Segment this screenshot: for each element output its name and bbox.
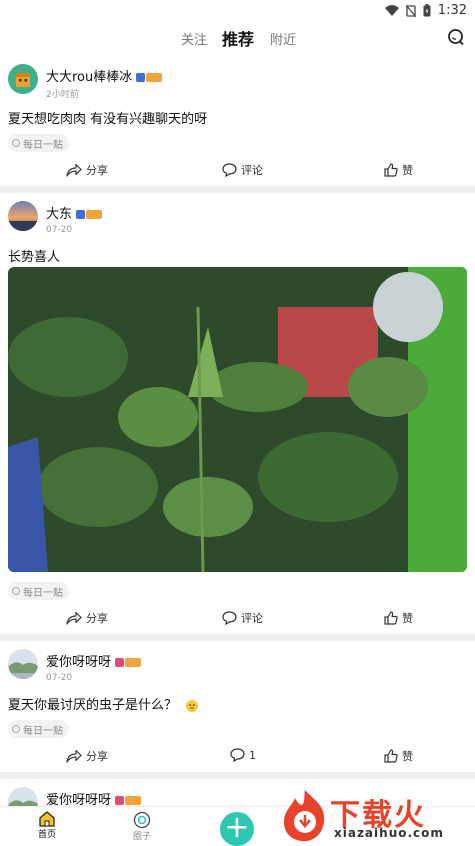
level-badge-icon: [146, 73, 163, 82]
topic-tag[interactable]: 每日一贴: [8, 582, 69, 600]
avatar[interactable]: [8, 201, 38, 231]
thumbs-up-icon: [384, 749, 398, 763]
comment-icon: [222, 163, 237, 177]
share-button[interactable]: 分享: [66, 610, 108, 626]
post-card: 大大rou棒棒冰 2小时前 夏天想吃肉肉 有没有兴趣聊天的呀 每日一贴 分享 评…: [0, 56, 475, 186]
topic-icon: [12, 139, 20, 147]
no-sim-icon: [405, 4, 416, 17]
post-content[interactable]: 夏天你最讨厌的虫子是什么？: [8, 698, 177, 713]
topic-tag[interactable]: 每日一贴: [8, 134, 69, 152]
topic-tag[interactable]: 每日一贴: [8, 720, 69, 738]
divider: [0, 772, 475, 779]
username[interactable]: 大大rou棒棒冰: [46, 70, 132, 85]
watermark: 下载火 xiazaihuo.com: [276, 786, 471, 844]
emoji-icon: [186, 699, 199, 712]
thumbs-up-icon: [384, 611, 398, 625]
share-icon: [66, 749, 82, 763]
post-card: 大东 07-20 长势喜人 每日一贴 分享 评论 赞: [0, 193, 475, 634]
comment-icon: [222, 611, 237, 625]
nav-home[interactable]: 首页: [27, 811, 67, 840]
fire-logo-icon: [283, 790, 325, 842]
level-badge-icon: [125, 658, 142, 667]
like-button[interactable]: 赞: [384, 162, 413, 178]
create-post-button[interactable]: +: [220, 812, 254, 846]
level-badge-icon: [86, 210, 103, 219]
share-icon: [66, 611, 82, 625]
avatar[interactable]: [8, 787, 38, 806]
watermark-url: xiazaihuo.com: [334, 826, 444, 840]
nav-circle[interactable]: 圈子: [122, 811, 162, 842]
post-card: 爱你呀呀呀 07-20 夏天你最讨厌的虫子是什么？ 每日一贴 分享 1 赞: [0, 641, 475, 772]
wifi-icon: [384, 5, 399, 16]
post-time: 07-20: [46, 225, 73, 235]
circle-icon: [133, 811, 151, 829]
gender-badge-icon: [115, 796, 125, 805]
plus-icon: +: [224, 810, 250, 845]
verified-badge-icon: [136, 73, 146, 82]
username[interactable]: 爱你呀呀呀: [46, 655, 111, 670]
like-button[interactable]: 赞: [384, 748, 413, 764]
status-bar: 1:32: [0, 0, 475, 22]
level-badge-icon: [125, 796, 142, 805]
tab-nearby[interactable]: 附近: [270, 29, 296, 48]
comment-button[interactable]: 1: [230, 748, 256, 762]
thumbs-up-icon: [384, 163, 398, 177]
post-content[interactable]: 长势喜人: [8, 246, 60, 265]
share-button[interactable]: 分享: [66, 748, 108, 764]
like-button[interactable]: 赞: [384, 610, 413, 626]
status-time: 1:32: [437, 3, 467, 18]
post-content[interactable]: 夏天想吃肉肉 有没有兴趣聊天的呀: [8, 108, 207, 127]
post-time: 07-20: [46, 673, 73, 683]
verified-badge-icon: [76, 210, 86, 219]
divider: [0, 634, 475, 641]
avatar[interactable]: [8, 64, 38, 94]
comment-button[interactable]: 评论: [222, 610, 263, 626]
comment-icon: [230, 748, 245, 762]
comment-button[interactable]: 评论: [222, 162, 263, 178]
topic-icon: [12, 725, 20, 733]
comment-count: 1: [249, 748, 256, 762]
avatar[interactable]: [8, 649, 38, 679]
username[interactable]: 大东: [46, 207, 72, 222]
search-icon[interactable]: [447, 28, 465, 46]
tab-recommend[interactable]: 推荐: [222, 26, 254, 50]
home-icon: [39, 811, 55, 827]
post-photo[interactable]: [8, 267, 467, 572]
tab-follow[interactable]: 关注: [181, 29, 207, 48]
post-time: 2小时前: [46, 90, 79, 100]
share-icon: [66, 163, 82, 177]
divider: [0, 186, 475, 193]
top-nav: 关注 推荐 附近: [0, 22, 475, 56]
share-button[interactable]: 分享: [66, 162, 108, 178]
username[interactable]: 爱你呀呀呀: [46, 793, 111, 806]
battery-icon: [423, 4, 431, 17]
topic-icon: [12, 587, 20, 595]
gender-badge-icon: [115, 658, 125, 667]
